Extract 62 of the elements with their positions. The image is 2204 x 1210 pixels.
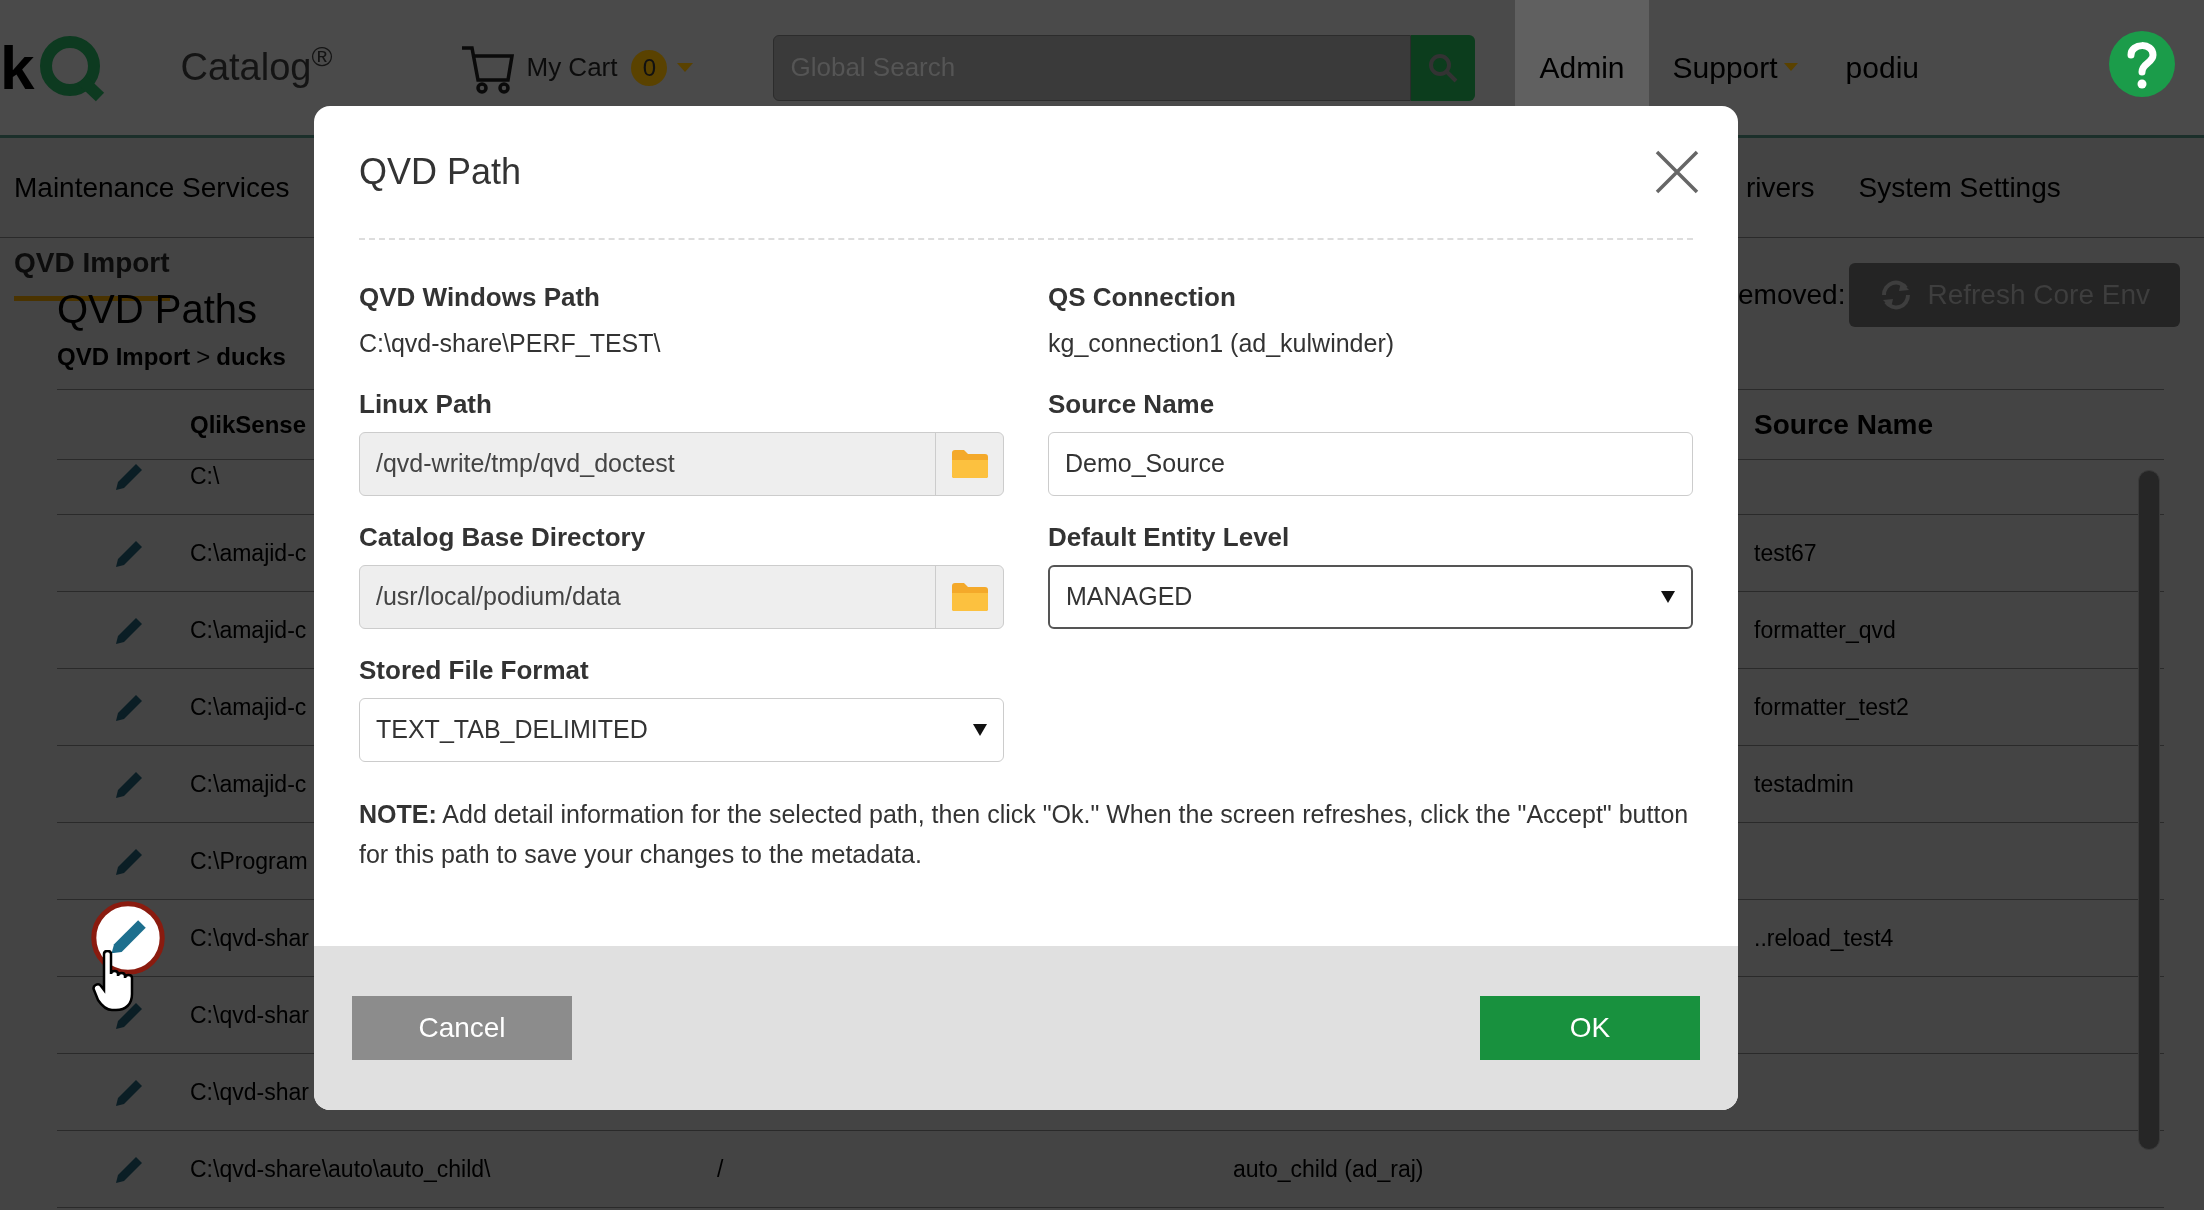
nav-tab[interactable]: Maintenance Services: [14, 171, 290, 203]
input-field[interactable]: Demo_Source: [1048, 431, 1693, 496]
removed-label: emoved:: [1738, 278, 1846, 312]
caret-icon: [1661, 590, 1675, 603]
close-icon: [1653, 148, 1701, 196]
breadcrumb-link[interactable]: ducks: [216, 339, 286, 375]
caret-icon: [1783, 63, 1798, 72]
source-name-cell-text: formatter_test2: [1754, 692, 1909, 722]
folder-icon: [950, 448, 989, 479]
path-cell-text: C:\qvd-shar: [190, 1000, 309, 1030]
path-cell-text: C:\qvd-shar: [190, 923, 309, 953]
caret-icon[interactable]: [677, 62, 694, 73]
caret-icon: [973, 723, 987, 736]
column-header: Source Name: [1754, 407, 1933, 442]
search-icon: [1428, 52, 1459, 83]
field-label: Source Name: [1048, 387, 1216, 421]
scrollbar[interactable]: [2138, 470, 2160, 1150]
path-cell-text: C:\: [190, 461, 220, 491]
logo-letter: k: [0, 36, 35, 99]
path-cell-text: C:\qvd-share\auto\auto_child\: [190, 1154, 491, 1184]
nav-link[interactable]: podiu: [1821, 0, 1943, 135]
source-name-cell-text: ..reload_test4: [1754, 923, 1894, 953]
source-name-cell-text: formatter_qvd: [1754, 615, 1896, 645]
cart-label[interactable]: My Cart: [526, 48, 618, 87]
path-cell-text: C:\amajid-c: [190, 538, 307, 568]
path-cell-text: C:\amajid-c: [190, 692, 307, 722]
edit-icon[interactable]: [89, 900, 166, 976]
field-label: QVD Windows Path: [359, 281, 601, 314]
close-button[interactable]: [1653, 148, 1701, 196]
column-header: QlikSense: [190, 410, 307, 438]
path-cell-text: C:\amajid-c: [190, 769, 307, 799]
field-value: kg_connection1 (ad_kulwinder): [1048, 328, 1396, 359]
path-field[interactable]: /usr/local/podium/data: [359, 564, 1004, 629]
field-label: QS Connection: [1048, 281, 1237, 314]
nav-tab[interactable]: rivers: [1746, 166, 1815, 209]
field-label: Catalog Base Directory: [359, 520, 647, 554]
ok-button[interactable]: OK: [1480, 996, 1700, 1060]
folder-icon: [950, 581, 989, 612]
dialog-title: QVD Path: [359, 150, 522, 194]
table-cell-text: /: [717, 1154, 724, 1184]
field-value: C:\qvd-share\PERF_TEST\: [359, 328, 662, 359]
path-cell-text: C:\amajid-c: [190, 615, 307, 645]
field-label: Stored File Format: [359, 653, 590, 687]
path-field[interactable]: /qvd-write/tmp/qvd_doctest: [359, 431, 1004, 496]
breadcrumb-separator: >: [196, 342, 211, 372]
nav-link[interactable]: Support: [1648, 0, 1822, 135]
search-button[interactable]: [1411, 34, 1476, 101]
nav-tab[interactable]: System Settings: [1858, 166, 2061, 209]
help-icon[interactable]: [2108, 30, 2176, 98]
table-cell-text: auto_child (ad_raj): [1233, 1154, 1424, 1184]
path-cell-text: C:\qvd-shar: [190, 1077, 309, 1107]
cart-count-badge: 0: [631, 49, 668, 86]
field-label: Default Entity Level: [1048, 520, 1291, 554]
source-name-cell-text: testadmin: [1754, 769, 1854, 799]
note-text: NOTE: Add detail information for the selected path, then click "Ok." When the screen refreshes, click the "Accept" button for this path to save your changes to the metadata.: [359, 798, 1690, 870]
field-label: Linux Path: [359, 387, 493, 421]
breadcrumb-link[interactable]: QVD Import: [57, 339, 191, 375]
dropdown[interactable]: MANAGED: [1048, 564, 1693, 629]
cancel-button[interactable]: Cancel: [352, 996, 572, 1060]
dropdown[interactable]: TEXT_TAB_DELIMITED: [359, 697, 1004, 762]
path-cell-text: C:\Program: [190, 846, 308, 876]
source-name-cell-text: test67: [1754, 538, 1817, 568]
